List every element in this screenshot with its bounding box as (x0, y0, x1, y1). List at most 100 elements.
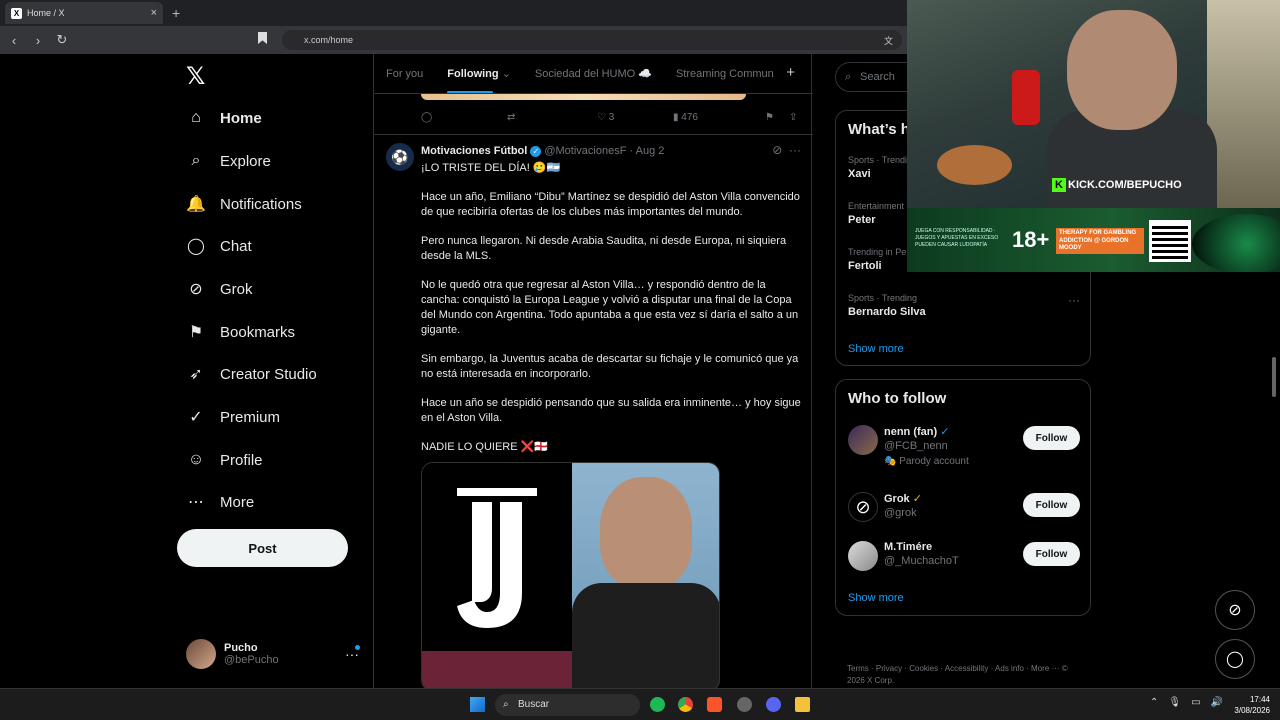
grok-explain-icon[interactable]: ⊘ (772, 143, 782, 157)
translate-icon[interactable]: 文 (884, 34, 893, 47)
browser-tab[interactable]: X Home / X × (5, 2, 163, 24)
tweet-text: ¡LO TRISTE DEL DÍA! 🥲🇦🇷 Hace un año, Emi… (421, 161, 801, 470)
like-count: 3 (608, 111, 615, 123)
clock-date: 3/08/2026 (1234, 706, 1270, 715)
trend-item[interactable]: Entertainment Peter (848, 201, 904, 226)
sidebar-item-premium[interactable]: ✓ Premium (186, 402, 280, 432)
views-button[interactable]: ▮ 476 (673, 112, 765, 123)
chrome-icon[interactable] (678, 697, 693, 712)
repost-icon[interactable]: ⇄ (507, 112, 597, 123)
like-button[interactable]: ♡ 3 (597, 112, 673, 123)
tweet-avatar[interactable]: ⚽ (386, 143, 414, 171)
trend-item[interactable]: Trending in Pe Fertoli (848, 247, 906, 272)
tweet-paragraph: Hace un año se despidió pensando que su … (421, 397, 801, 425)
grok-fab-icon[interactable]: ⊘ (1215, 590, 1255, 630)
footer-links[interactable]: Terms · Privacy · Cookies · Accessibilit… (847, 663, 1087, 687)
rocket-icon: ➶ (189, 366, 203, 383)
back-icon[interactable]: ‹ (4, 33, 24, 48)
show-more-link[interactable]: Show more (848, 592, 904, 604)
chat-fab-icon[interactable]: ◯ (1215, 639, 1255, 679)
tweet-date[interactable]: · Aug 2 (630, 145, 665, 157)
kick-url-text: KICK.COM/BEPUCHO (1068, 179, 1182, 191)
show-more-link[interactable]: Show more (848, 343, 904, 355)
sidebar-item-notifications[interactable]: 🔔 Notifications (186, 189, 302, 219)
tab-sociedad-del-humo[interactable]: Sociedad del HUMO ☁️ (523, 67, 664, 80)
follow-button[interactable]: Follow (1023, 426, 1080, 450)
sidebar-item-label: Grok (220, 280, 253, 298)
gambling-ad-banner: JUEGA CON RESPONSABILIDAD · JUEGOS Y APU… (907, 208, 1280, 272)
forward-icon[interactable]: › (28, 33, 48, 48)
follow-suggestion[interactable]: nenn (fan) ✓ @FCB_nenn 🎭 Parody account Fo… (848, 425, 1080, 467)
url-field[interactable]: x.com/home (282, 30, 902, 50)
follow-button[interactable]: Follow (1023, 493, 1080, 517)
toy-shelf (1207, 0, 1280, 208)
search-icon: ⌕ (503, 699, 509, 710)
sidebar-item-profile[interactable]: ☺ Profile (186, 445, 263, 475)
qr-code (1149, 220, 1191, 262)
more-options-icon[interactable]: ··· (789, 143, 801, 157)
x-logo-icon[interactable]: 𝕏 (186, 62, 205, 91)
taskbar-clock[interactable]: 17:44 3/08/2026 (1225, 694, 1270, 716)
streamer-face (1067, 10, 1177, 130)
previous-post-image[interactable] (421, 94, 746, 100)
tab-streaming-community[interactable]: Streaming Commun (664, 68, 786, 80)
system-tray[interactable]: ⌃🎙▭🔊 (1150, 697, 1233, 708)
aston-villa-panel (422, 651, 572, 691)
grok-icon: ⊘ (848, 492, 878, 522)
add-tab-icon[interactable]: + (786, 64, 795, 81)
taskbar-search[interactable]: ⌕ Buscar (495, 694, 640, 716)
verified-badge-icon: ✓ (912, 493, 922, 505)
tweet-author-name[interactable]: Motivaciones Fútbol (421, 145, 527, 157)
follow-button[interactable]: Follow (1023, 542, 1080, 566)
sidebar-item-explore[interactable]: ⌕ Explore (186, 146, 271, 176)
tweet-author-handle[interactable]: @MotivacionesF (544, 145, 626, 157)
follow-suggestion[interactable]: M.Timére @_MuchachoT Follow (848, 541, 1080, 571)
user-name: Grok (884, 493, 910, 505)
sidebar-item-more[interactable]: ⋯ More (186, 487, 254, 517)
sidebar-item-bookmarks[interactable]: ⚑ Bookmarks (186, 317, 295, 347)
post-button[interactable]: Post (177, 529, 348, 567)
sidebar-item-label: Notifications (220, 195, 302, 213)
file-explorer-icon[interactable] (795, 697, 810, 712)
sidebar-item-creator-studio[interactable]: ➶ Creator Studio (186, 359, 316, 389)
scrollbar[interactable] (1272, 357, 1276, 397)
app-icon[interactable] (737, 697, 752, 712)
spotify-icon[interactable] (650, 697, 665, 712)
grok-icon: ⊘ (189, 281, 203, 298)
tweet-paragraph: Hace un año, Emiliano “Dibu” Martínez se… (421, 191, 800, 219)
bell-icon: 🔔 (186, 196, 206, 213)
brave-icon[interactable] (707, 697, 722, 712)
tab-following[interactable]: Following ⌄ (435, 67, 523, 93)
trend-item[interactable]: Sports · Trending Bernardo Silva ··· (848, 293, 1080, 318)
tweet[interactable]: ⚽ Motivaciones Fútbol ✓ @MotivacionesF · A… (374, 134, 813, 694)
new-tab-button[interactable]: + (172, 5, 180, 21)
reply-icon[interactable]: ◯ (421, 112, 507, 123)
share-icon[interactable]: ⇪ (789, 112, 797, 123)
sidebar-item-label: Home (220, 109, 262, 127)
player-photo (572, 463, 719, 691)
more-options-icon[interactable]: ··· (1068, 293, 1080, 307)
trend-item[interactable]: Sports · Trendin Xavi (848, 155, 912, 180)
reload-icon[interactable]: ↻ (52, 32, 72, 48)
player-shirt (572, 583, 719, 691)
sidebar-item-label: More (220, 493, 255, 511)
windows-start-icon[interactable] (470, 697, 485, 712)
bookmark-page-icon[interactable] (258, 32, 267, 44)
sidebar-item-home[interactable]: ⌂ Home (186, 103, 262, 133)
sidebar-item-chat[interactable]: ◯ Chat (186, 231, 252, 261)
user-handle: @FCB_nenn (884, 440, 948, 452)
tweet-media[interactable] (421, 462, 720, 692)
trend-context: Sports · Trendin (848, 155, 913, 165)
user-name: nenn (fan) (884, 426, 938, 438)
tweet-header: Motivaciones Fútbol ✓ @MotivacionesF · Aug… (421, 145, 664, 157)
tab-for-you[interactable]: For you (374, 68, 435, 80)
bookmark-icon[interactable]: ⚑ (765, 112, 789, 123)
user-handle: @grok (884, 507, 917, 519)
tweet-paragraph: Sin embargo, la Juventus acaba de descar… (421, 353, 799, 380)
account-switcher[interactable]: Pucho @bePucho (186, 639, 279, 669)
discord-icon[interactable] (766, 697, 781, 712)
sidebar-item-grok[interactable]: ⊘ Grok (186, 274, 253, 304)
follow-suggestion[interactable]: ⊘ Grok ✓ @grok Follow (848, 492, 1080, 522)
close-tab-icon[interactable]: × (151, 7, 157, 19)
x-favicon-icon: X (11, 7, 22, 19)
